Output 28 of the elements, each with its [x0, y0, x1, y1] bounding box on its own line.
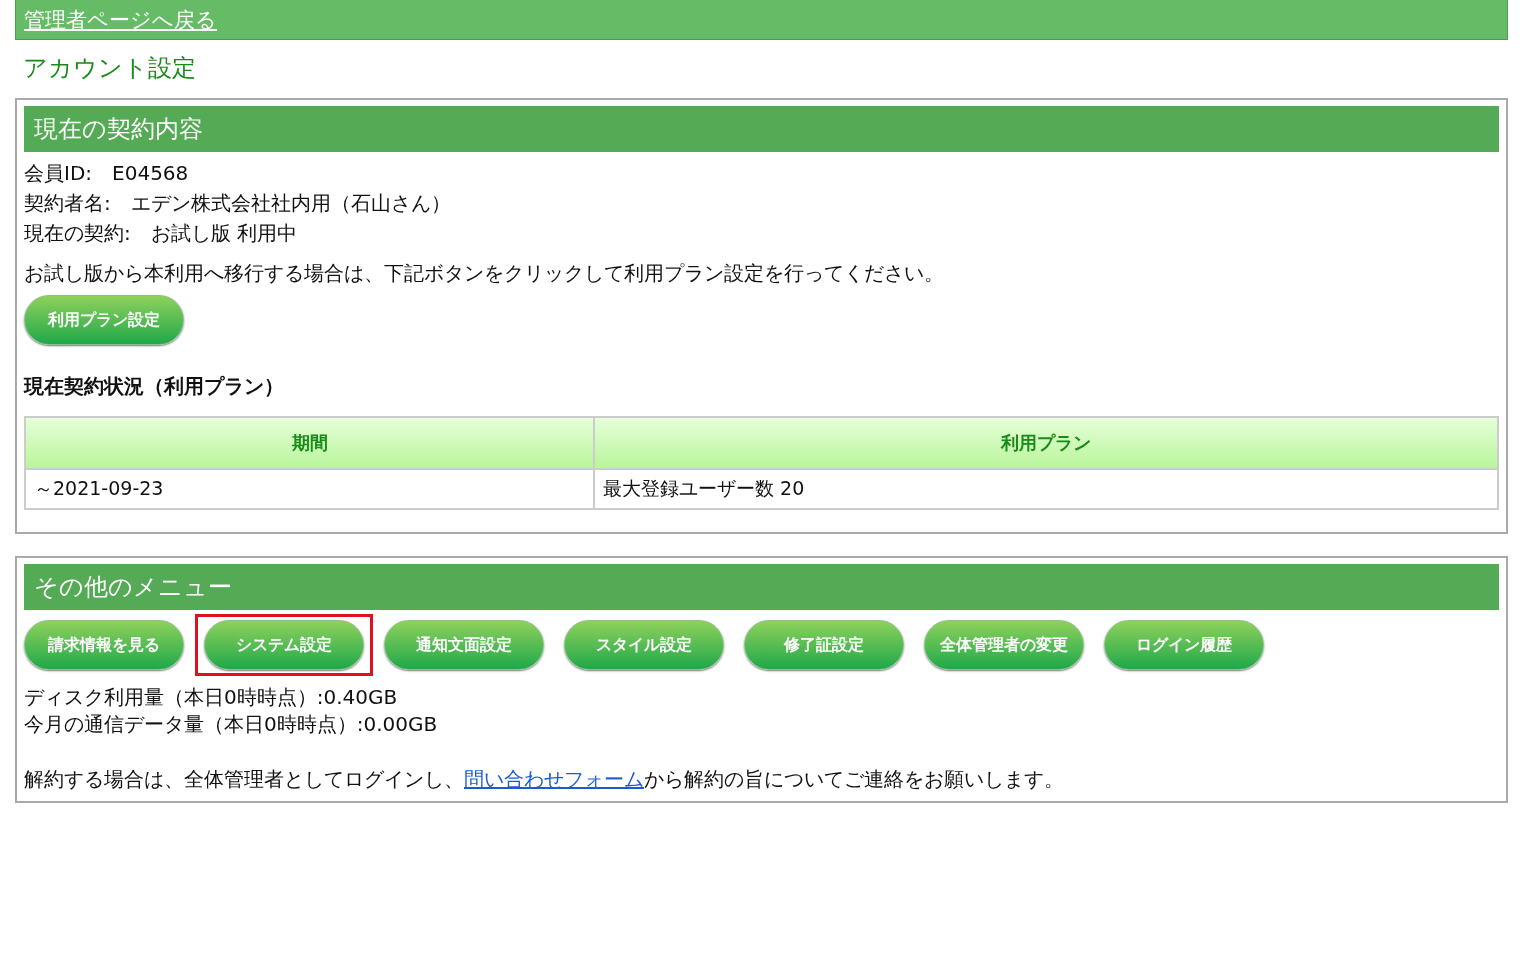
menu-button[interactable]: スタイル設定 — [564, 620, 724, 670]
column-header: 利用プラン — [594, 417, 1498, 469]
field-value: エデン株式会社社内用（石山さん） — [130, 190, 451, 217]
plan-settings-button[interactable]: 利用プラン設定 — [24, 295, 184, 345]
table-cell: 最大登録ユーザー数 20 — [594, 469, 1498, 509]
menu-button[interactable]: 全体管理者の変更 — [924, 620, 1084, 670]
menu-button[interactable]: 請求情報を見る — [24, 620, 184, 670]
menu-button[interactable]: システム設定 — [204, 620, 364, 670]
field-value: E04568 — [112, 160, 189, 187]
field-label: 現在の契約: — [24, 220, 131, 247]
field-label: 会員ID: — [24, 160, 93, 187]
usage-text: 今月の通信データ量（本日0時時点）:0.00GB — [24, 711, 439, 738]
inquiry-form-link[interactable]: 問い合わせフォーム — [464, 767, 644, 791]
panel-heading: その他のメニュー — [24, 564, 1499, 610]
column-header: 期間 — [25, 417, 594, 469]
notice-text: お試し版から本利用へ移行する場合は、下記ボタンをクリックして利用プラン設定を行ってください。 — [24, 260, 945, 287]
field-label: 契約者名: — [24, 190, 111, 217]
panel-heading: 現在の契約内容 — [24, 106, 1499, 152]
table-cell: ～2021-09-23 — [25, 469, 594, 509]
cancel-text: 解約する場合は、全体管理者としてログインし、問い合わせフォームから解約の旨についてご連絡をお願いします。 — [24, 766, 1065, 793]
menu-button[interactable]: 修了証設定 — [744, 620, 904, 670]
page-title: アカウント設定 — [23, 53, 197, 84]
menu-button[interactable]: ログイン履歴 — [1104, 620, 1264, 670]
menu-button[interactable]: 通知文面設定 — [384, 620, 544, 670]
usage-text: ディスク利用量（本日0時時点）:0.40GB — [24, 684, 399, 711]
section-heading: 現在契約状況（利用プラン） — [24, 373, 285, 400]
field-value: お試し版 利用中 — [150, 220, 298, 247]
back-to-admin-link[interactable]: 管理者ページへ戻る — [24, 5, 217, 34]
